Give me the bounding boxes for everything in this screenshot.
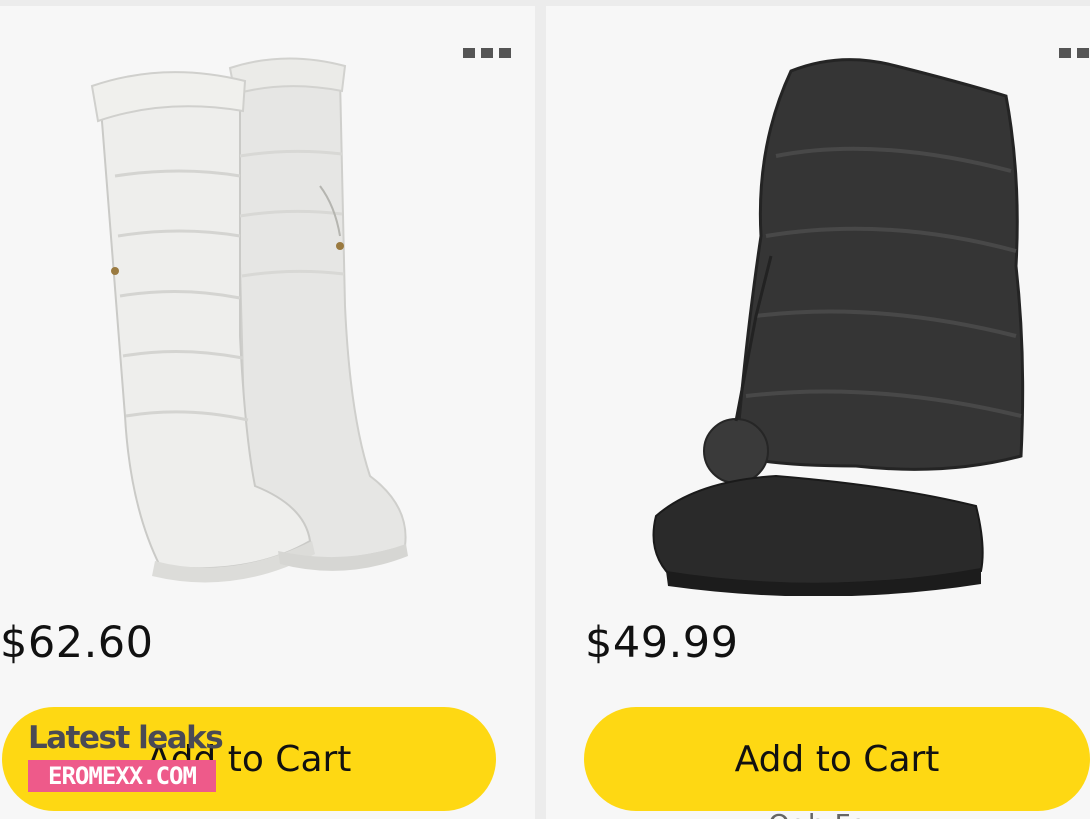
watermark-overlay: Latest leaks EROMEXX.COM	[28, 718, 224, 792]
watermark-title: Latest leaks	[28, 720, 224, 756]
watermark-site: EROMEXX.COM	[28, 760, 216, 792]
more-options-icon[interactable]	[463, 48, 511, 58]
cut-off-text: Ogh Fo...	[768, 808, 893, 819]
add-to-cart-button[interactable]: Add to Cart	[584, 707, 1090, 811]
product-price: $62.60	[0, 618, 154, 668]
product-card[interactable]: $62.60 Add to Cart	[0, 6, 535, 819]
product-card[interactable]: $49.99 Add to Cart Ogh Fo...	[546, 6, 1090, 819]
black-fur-boot-image[interactable]	[596, 36, 1046, 596]
product-grid: $62.60 Add to Cart $49.99 Add to Cart Og…	[0, 0, 1090, 819]
product-price: $49.99	[585, 618, 739, 668]
white-quilted-boot-image[interactable]	[40, 36, 440, 596]
more-options-icon[interactable]	[1059, 48, 1090, 58]
